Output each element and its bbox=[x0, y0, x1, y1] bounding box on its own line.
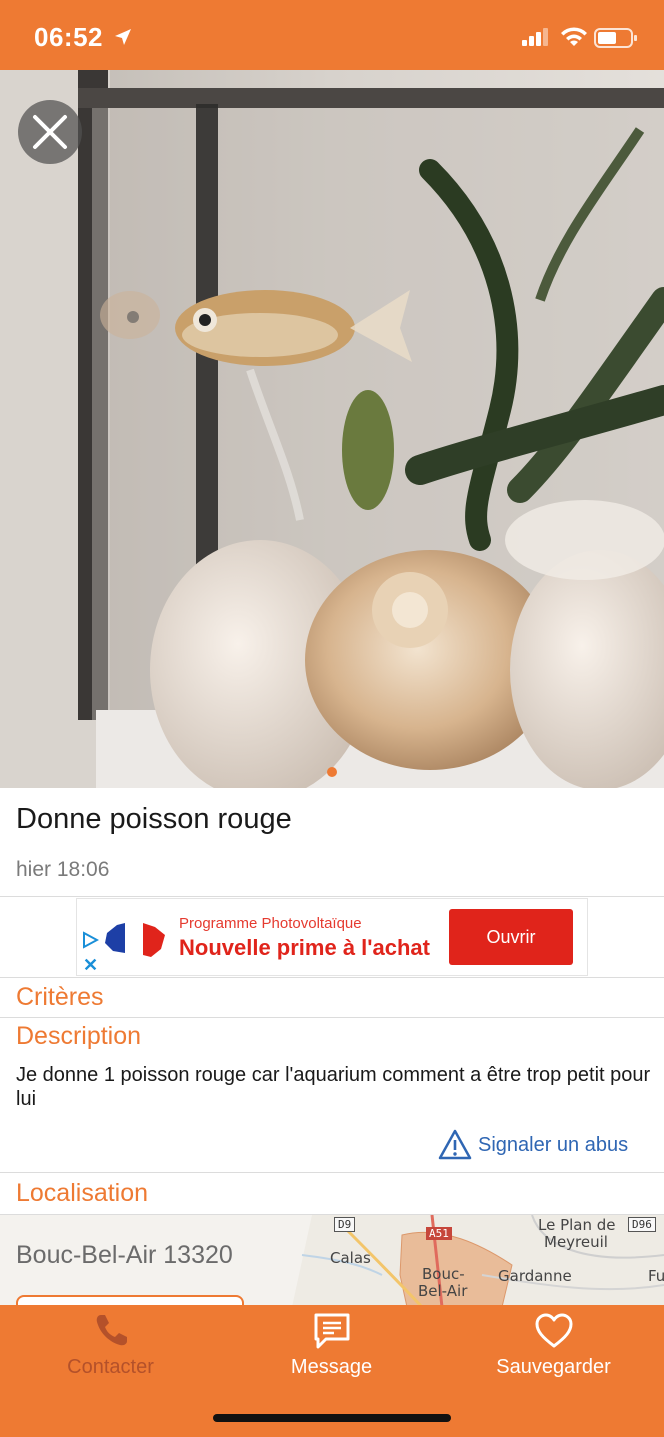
signal-icon bbox=[522, 28, 548, 46]
save-button[interactable]: Sauvegarder bbox=[443, 1305, 664, 1395]
map-label: Meyreuil bbox=[544, 1233, 608, 1251]
location-heading: Localisation bbox=[16, 1179, 149, 1207]
wifi-icon bbox=[561, 27, 587, 46]
listing-photo[interactable] bbox=[0, 70, 664, 788]
message-label: Message bbox=[290, 1356, 373, 1378]
description-text: Je donne 1 poisson rouge car l'aquarium … bbox=[16, 1064, 651, 1110]
close-button[interactable] bbox=[18, 100, 82, 164]
phone-icon bbox=[96, 1315, 127, 1346]
bottom-action-bar: Contacter Message Sauvegarder bbox=[0, 1305, 664, 1437]
contact-button[interactable]: Contacter bbox=[0, 1305, 221, 1395]
map-label: Bel-Air bbox=[418, 1282, 468, 1300]
listing-title: Donne poisson rouge bbox=[16, 803, 292, 835]
road-badge: D96 bbox=[628, 1217, 656, 1232]
map-label: Fu bbox=[648, 1267, 664, 1285]
ad-close-icon[interactable]: ✕ bbox=[83, 955, 98, 976]
description-heading: Description bbox=[16, 1022, 142, 1050]
ad-headline: Nouvelle prime à l'achat bbox=[179, 935, 430, 960]
save-label: Sauvegarder bbox=[496, 1356, 611, 1378]
map-label: Bouc- bbox=[422, 1265, 465, 1283]
map-label: Le Plan de bbox=[538, 1216, 616, 1234]
criteria-heading[interactable]: Critères bbox=[16, 983, 104, 1012]
message-icon bbox=[314, 1313, 349, 1349]
listing-date: hier 18:06 bbox=[16, 858, 110, 881]
road-badge: D9 bbox=[334, 1217, 356, 1232]
contact-label: Contacter bbox=[67, 1356, 154, 1378]
road-badge: A51 bbox=[426, 1227, 452, 1240]
location-map[interactable]: D9 A51 D96 Le Plan de Meyreuil Calas Bou… bbox=[282, 1215, 664, 1307]
close-icon bbox=[33, 115, 67, 149]
divider bbox=[0, 1017, 664, 1018]
status-bar: 06:52 bbox=[0, 0, 664, 70]
home-indicator[interactable] bbox=[213, 1414, 451, 1422]
ad-banner[interactable]: ✕ Programme Photovoltaïque Nouvelle prim… bbox=[76, 898, 588, 976]
divider bbox=[0, 1172, 664, 1173]
location-section: D9 A51 D96 Le Plan de Meyreuil Calas Bou… bbox=[0, 1215, 664, 1307]
warning-icon bbox=[438, 1129, 472, 1160]
message-button[interactable]: Message bbox=[221, 1305, 442, 1395]
report-abuse-label: Signaler un abus bbox=[478, 1134, 629, 1156]
ad-small-text: Programme Photovoltaïque bbox=[179, 915, 362, 932]
heart-icon bbox=[535, 1313, 572, 1348]
france-map-icon bbox=[105, 923, 165, 957]
map-label: Gardanne bbox=[498, 1267, 572, 1285]
battery-icon bbox=[594, 28, 637, 48]
goldfish-aquarium-image bbox=[0, 70, 664, 788]
location-arrow-icon bbox=[115, 29, 131, 45]
ad-open-button[interactable]: Ouvrir bbox=[449, 909, 573, 965]
status-time: 06:52 bbox=[34, 22, 103, 52]
ad-choices-icon bbox=[83, 931, 99, 949]
divider bbox=[0, 977, 664, 978]
divider bbox=[0, 896, 664, 897]
map-label: Calas bbox=[330, 1249, 371, 1267]
gallery-page-indicator bbox=[327, 767, 337, 777]
location-city: Bouc-Bel-Air 13320 bbox=[16, 1241, 233, 1269]
